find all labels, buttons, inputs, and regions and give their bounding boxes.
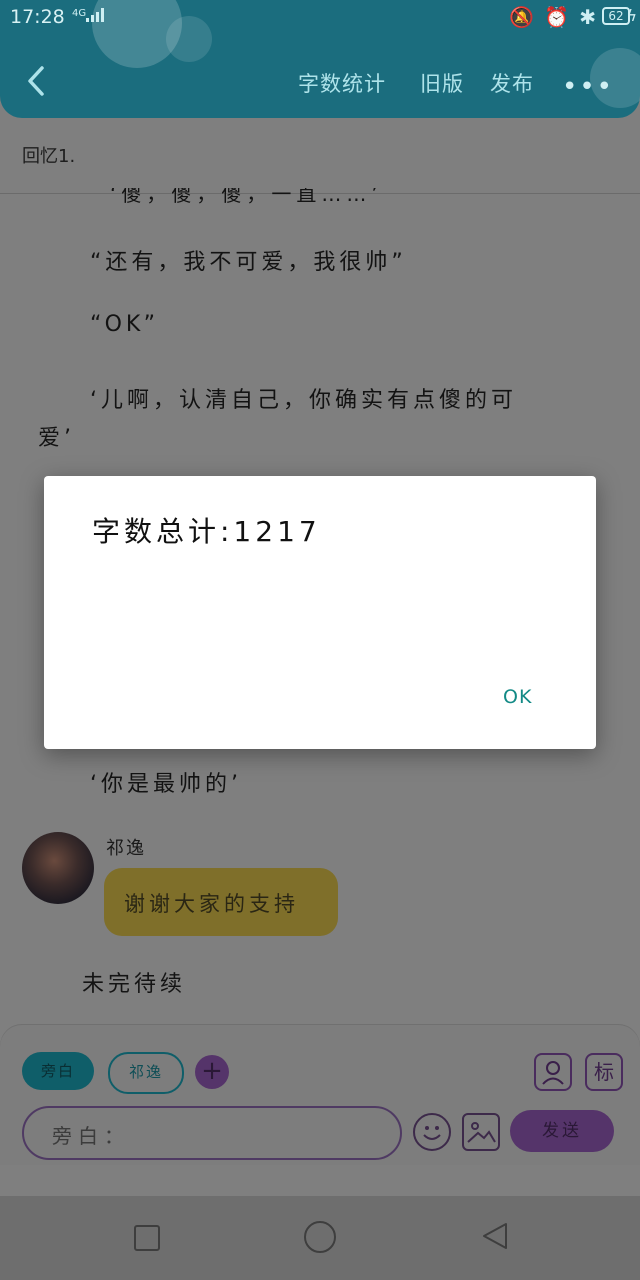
word-count-text: 字数总计:1217 [92,515,321,548]
dialog-ok-button[interactable]: OK [503,686,532,708]
